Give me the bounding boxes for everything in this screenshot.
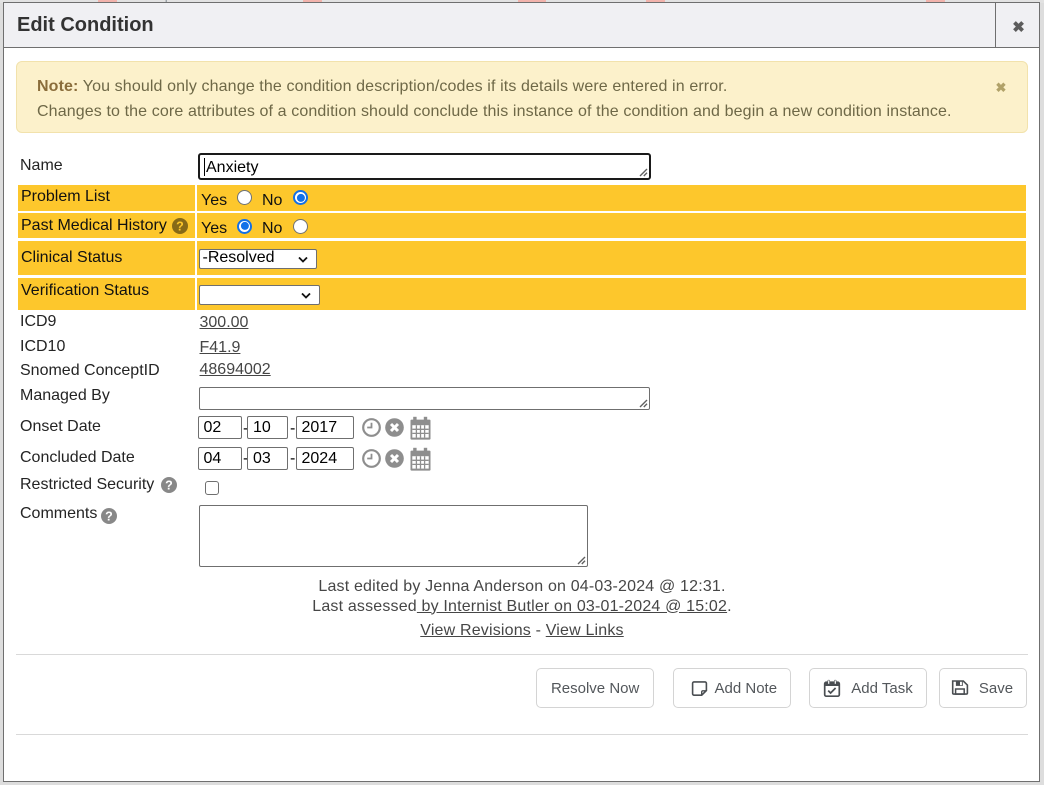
svg-text:?: ? [105,510,113,524]
svg-text:?: ? [165,478,173,492]
svg-text:?: ? [176,219,184,233]
